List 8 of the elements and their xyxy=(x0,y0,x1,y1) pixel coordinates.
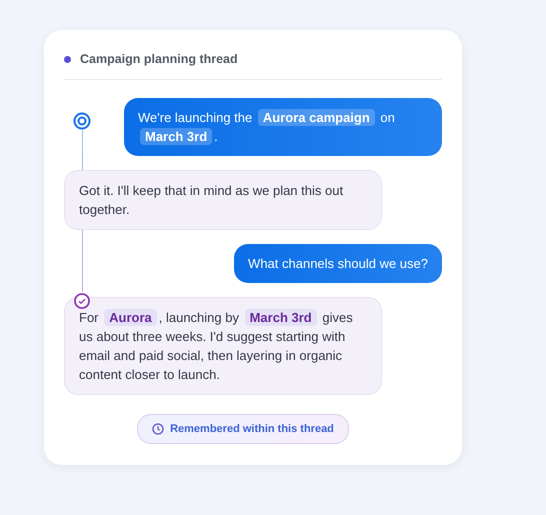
user-message: We're launching the Aurora campaign on March 3rd. xyxy=(124,98,442,156)
assistant-message: Got it. I'll keep that in mind as we plan this out together. xyxy=(64,170,382,230)
badge-label: Remembered within this thread xyxy=(170,423,334,435)
user-message: What channels should we use? xyxy=(234,244,442,283)
thread-title: Campaign planning thread xyxy=(80,52,238,66)
clock-icon xyxy=(152,423,164,435)
assistant-message: For Aurora, launching by March 3rd gives us about three weeks. I'd suggest starting with email and paid social, then layering in organic content closer to launch. xyxy=(64,297,382,395)
status-dot xyxy=(64,56,71,62)
